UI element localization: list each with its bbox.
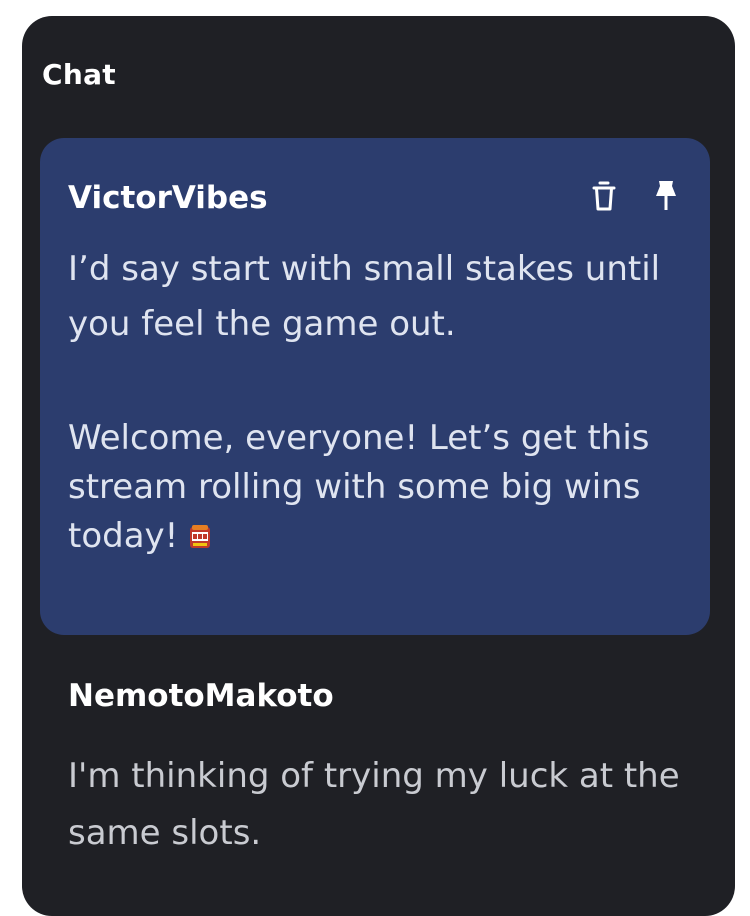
chat-message-highlighted[interactable]: VictorVibes I’d say start with small sta…: [40, 138, 710, 635]
pin-icon: [656, 181, 676, 210]
message-username[interactable]: VictorVibes: [68, 180, 268, 216]
message-text: Welcome, everyone! Let’s get this stream…: [68, 414, 688, 561]
message-actions: [590, 178, 680, 214]
chat-title: Chat: [42, 58, 116, 91]
message-text: I’d say start with small stakes until yo…: [68, 249, 661, 344]
trash-icon: [592, 181, 616, 211]
delete-button[interactable]: [590, 178, 618, 214]
message-text-content: Welcome, everyone! Let’s get this stream…: [68, 418, 650, 556]
chat-panel: Chat VictorVibes I’d say start with smal…: [22, 16, 735, 916]
message-text: I'm thinking of trying my luck at the sa…: [68, 756, 680, 853]
slot-machine-icon: [190, 525, 211, 548]
message-username[interactable]: NemotoMakoto: [68, 678, 334, 714]
pin-button[interactable]: [652, 178, 680, 214]
